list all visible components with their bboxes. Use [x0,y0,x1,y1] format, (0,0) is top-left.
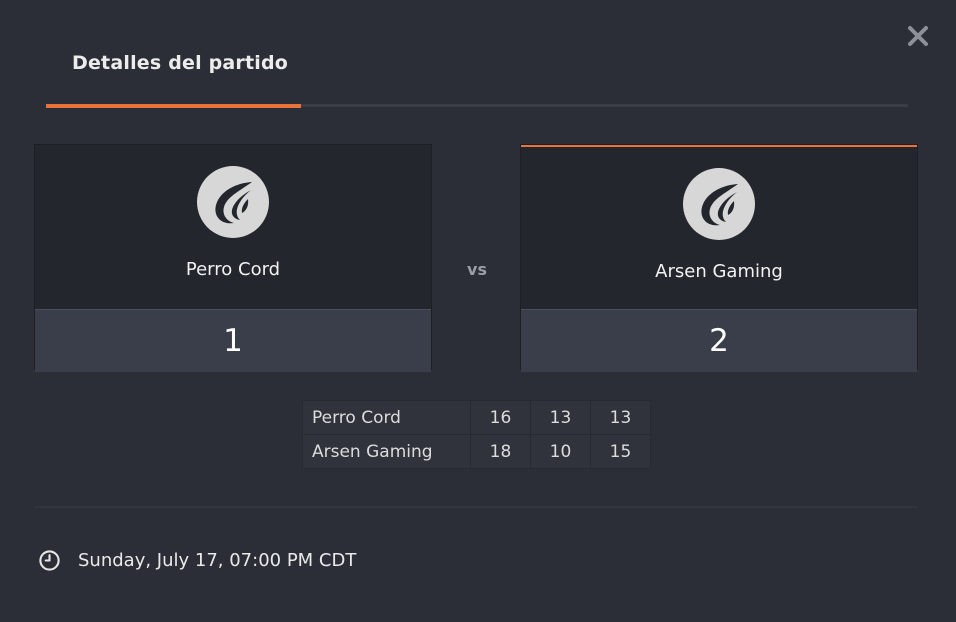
team-name: Perro Cord [185,259,281,280]
team-score: 2 [521,309,917,372]
map-scores-table: Perro Cord 16 13 13 Arsen Gaming 18 10 1… [302,400,651,469]
table-row: Perro Cord 16 13 13 [302,400,651,435]
tab-bar: Detalles del partido [46,0,908,108]
table-cell-score: 10 [530,434,591,469]
team-logo-icon [197,166,269,238]
vs-label: vs [467,260,487,279]
team-card-home: Perro Cord 1 [34,144,432,372]
table-cell-score: 13 [530,400,591,435]
team-score: 1 [35,309,431,372]
tab-match-details[interactable]: Detalles del partido [72,52,288,74]
team-card-away: Arsen Gaming 2 [520,144,918,372]
tab-active-indicator [46,104,301,108]
table-row: Arsen Gaming 18 10 15 [302,434,651,469]
clock-icon [39,549,60,571]
table-cell-team: Arsen Gaming [302,434,471,469]
table-cell-score: 15 [590,434,651,469]
team-card-header: Arsen Gaming [521,145,917,309]
match-time: Sunday, July 17, 07:00 PM CDT [38,546,356,574]
table-cell-score: 16 [470,400,531,435]
table-cell-score: 13 [590,400,651,435]
team-name: Arsen Gaming [655,261,783,282]
close-icon[interactable] [904,22,932,50]
team-card-header: Perro Cord [35,145,431,309]
team-logo-icon [683,168,755,240]
close-button[interactable] [904,22,932,50]
divider [34,506,918,508]
table-cell-score: 18 [470,434,531,469]
table-cell-team: Perro Cord [302,400,471,435]
match-time-text: Sunday, July 17, 07:00 PM CDT [78,549,357,571]
